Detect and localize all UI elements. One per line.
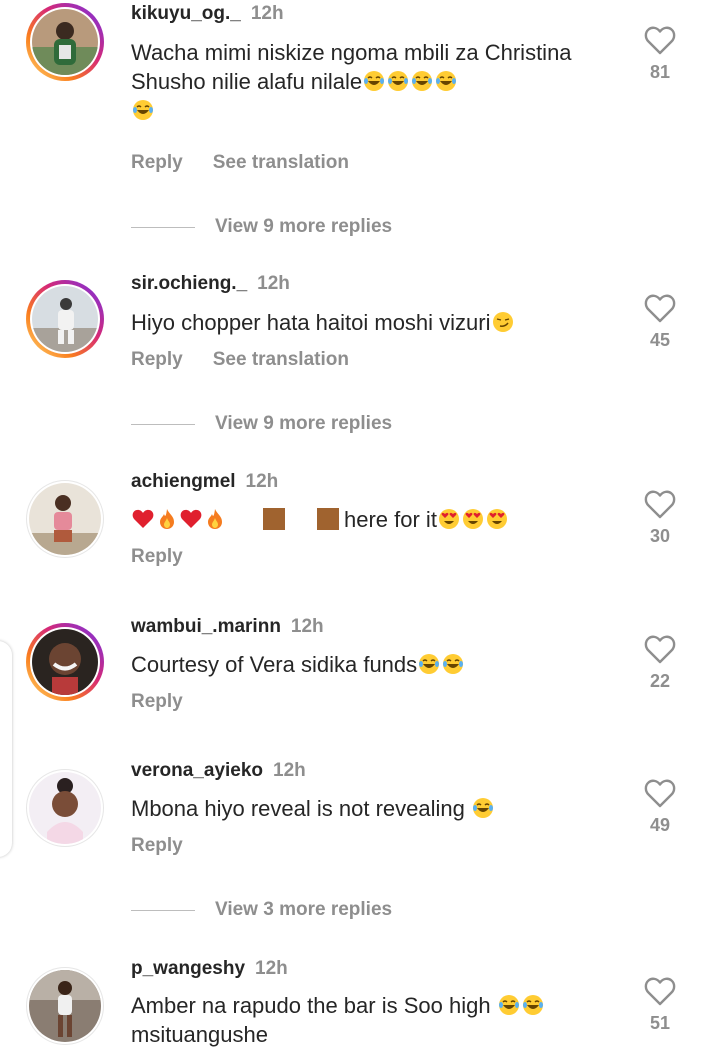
fire-emoji-icon — [156, 508, 178, 530]
joy-emoji-icon — [472, 797, 494, 819]
view-more-replies[interactable]: View 9 more replies — [131, 215, 392, 239]
like-count: 49 — [649, 815, 671, 835]
reply-button[interactable]: Reply — [131, 691, 183, 712]
comment-header: kikuyu_og._ 12h — [131, 3, 284, 25]
username[interactable]: wambui_.marinn — [131, 616, 281, 637]
comment-text: Wacha mimi niskize ngoma mbili za Christ… — [131, 38, 601, 125]
heart-outline-icon[interactable] — [630, 977, 690, 1006]
timestamp: 12h — [273, 760, 306, 781]
timestamp: 12h — [245, 471, 279, 492]
see-translation-button[interactable]: See translation — [213, 349, 349, 370]
timestamp: 12h — [250, 3, 284, 24]
timestamp: 12h — [255, 958, 288, 979]
joy-emoji-icon — [442, 653, 464, 675]
reply-button[interactable]: Reply — [131, 349, 183, 370]
avatar[interactable] — [26, 769, 104, 847]
see-translation-button[interactable]: See translation — [213, 152, 349, 173]
view-more-replies[interactable]: View 9 more replies — [131, 412, 392, 436]
like-count: 45 — [649, 330, 671, 350]
comment-actions: Reply — [131, 546, 183, 568]
heart-eyes-emoji-icon — [438, 508, 460, 530]
timestamp: 12h — [290, 616, 324, 637]
smirk-emoji-icon — [492, 311, 514, 333]
heart-outline-icon[interactable] — [630, 26, 690, 55]
like-count: 81 — [649, 62, 671, 82]
like-control: 45 — [630, 294, 690, 351]
joy-emoji-icon — [363, 70, 385, 92]
heart-outline-icon[interactable] — [630, 294, 690, 323]
avatar[interactable] — [26, 967, 104, 1045]
timestamp: 12h — [257, 273, 290, 294]
like-control: 49 — [630, 779, 690, 836]
reply-button[interactable]: Reply — [131, 546, 183, 567]
comment-header: p_wangeshy 12h — [131, 958, 288, 980]
comment-text: here for it — [131, 505, 601, 534]
divider-line — [131, 423, 195, 425]
username[interactable]: verona_ayieko — [131, 760, 263, 781]
joy-emoji-icon — [435, 70, 457, 92]
joy-emoji-icon — [387, 70, 409, 92]
reply-button[interactable]: Reply — [131, 152, 183, 173]
view-more-replies[interactable]: View 3 more replies — [131, 898, 392, 922]
brown-square-icon — [317, 508, 339, 530]
comment-header: sir.ochieng._ 12h — [131, 273, 290, 295]
comment-text: Amber na rapudo the bar is Soo high msit… — [131, 991, 601, 1049]
like-count: 51 — [649, 1013, 671, 1033]
comment-header: wambui_.marinn 12h — [131, 616, 324, 638]
username[interactable]: kikuyu_og._ — [131, 3, 241, 24]
username[interactable]: sir.ochieng._ — [131, 273, 247, 294]
heart-outline-icon[interactable] — [630, 779, 690, 808]
joy-emoji-icon — [132, 99, 154, 121]
divider-line — [131, 909, 195, 911]
like-count: 30 — [649, 526, 671, 546]
brown-square-icon — [263, 508, 285, 530]
side-drag-handle[interactable] — [0, 641, 12, 857]
joy-emoji-icon — [522, 994, 544, 1016]
fire-emoji-icon — [204, 508, 226, 530]
avatar[interactable] — [26, 280, 104, 358]
heart-emoji-icon — [132, 508, 154, 530]
heart-emoji-icon — [180, 508, 202, 530]
like-control: 51 — [630, 977, 690, 1034]
like-control: 22 — [630, 635, 690, 692]
comment-header: achiengmel 12h — [131, 471, 278, 493]
username[interactable]: achiengmel — [131, 471, 236, 492]
avatar[interactable] — [26, 480, 104, 558]
avatar[interactable] — [26, 623, 104, 701]
avatar[interactable] — [26, 3, 104, 81]
heart-eyes-emoji-icon — [462, 508, 484, 530]
joy-emoji-icon — [418, 653, 440, 675]
comment-text: Courtesy of Vera sidika funds — [131, 650, 601, 679]
joy-emoji-icon — [411, 70, 433, 92]
comment-text: Hiyo chopper hata haitoi moshi vizuri — [131, 308, 601, 337]
comment-text: Mbona hiyo reveal is not revealing — [131, 794, 601, 823]
username[interactable]: p_wangeshy — [131, 958, 245, 979]
like-control: 81 — [630, 26, 690, 83]
comment-actions: Reply — [131, 691, 183, 713]
like-control: 30 — [630, 490, 690, 547]
comment-actions: Reply See translation — [131, 152, 349, 174]
comment-header: verona_ayieko 12h — [131, 760, 306, 782]
heart-outline-icon[interactable] — [630, 635, 690, 664]
heart-eyes-emoji-icon — [486, 508, 508, 530]
joy-emoji-icon — [498, 994, 520, 1016]
heart-outline-icon[interactable] — [630, 490, 690, 519]
comment-actions: Reply See translation — [131, 349, 349, 371]
comment-actions: Reply — [131, 835, 183, 857]
divider-line — [131, 226, 195, 228]
like-count: 22 — [649, 671, 671, 691]
reply-button[interactable]: Reply — [131, 835, 183, 856]
